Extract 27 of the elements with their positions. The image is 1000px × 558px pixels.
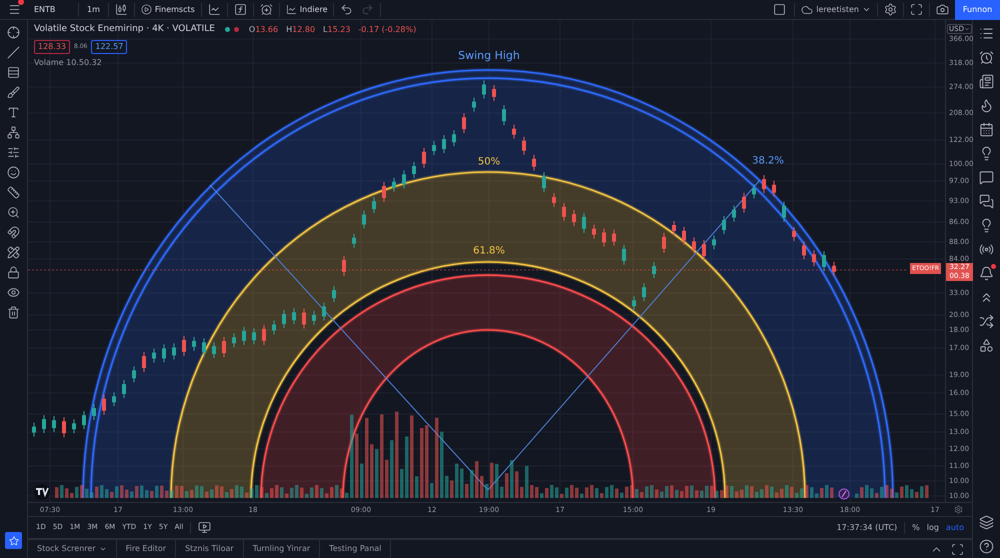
panel-tab[interactable]: Stock Screnrer (28, 540, 117, 558)
fib-level-label: 61.8% (473, 244, 505, 258)
scale-option[interactable]: log (926, 522, 939, 534)
panel-tab[interactable]: Testing Panal (320, 540, 392, 558)
panel-tab[interactable]: Fire Editor (116, 540, 176, 558)
ohlc-value: H12.80 (286, 24, 316, 36)
symbol-title: Volatile Stock Enemirinp · 4K · VOLATILE (34, 23, 215, 36)
ohlc-value: L15.23 (323, 24, 350, 36)
scale-option[interactable]: % (912, 522, 920, 534)
volume-legend: Volame 10.50.32 (34, 56, 416, 68)
symbol-button[interactable]: ENTB (28, 4, 78, 16)
replay-button[interactable]: Finemscts (134, 4, 201, 16)
price-change: -0.17 (-0.28%) (358, 24, 416, 36)
buy-price[interactable]: 122.57 (91, 40, 128, 54)
panel-tab[interactable]: Stznis Tiloar (176, 540, 244, 558)
indicators-button[interactable]: Indiere (280, 4, 334, 16)
scale-option[interactable]: auto (946, 522, 964, 534)
ohlc-value: O13.66 (248, 24, 278, 36)
swing-high-label: Swing High (458, 48, 520, 64)
panel-tab[interactable]: Turnling Yinrar (244, 540, 320, 558)
fib-level-label: 38.2% (752, 154, 784, 168)
fib-level-label: 50% (478, 156, 500, 170)
interval-button[interactable]: 1m (79, 4, 108, 16)
publish-button[interactable]: Funnon (955, 0, 1000, 20)
sell-price[interactable]: 128.33 (34, 40, 70, 54)
clock-time: 17:37:34 (UTC) (836, 522, 898, 534)
layout-button[interactable]: lereetisten (795, 4, 877, 16)
